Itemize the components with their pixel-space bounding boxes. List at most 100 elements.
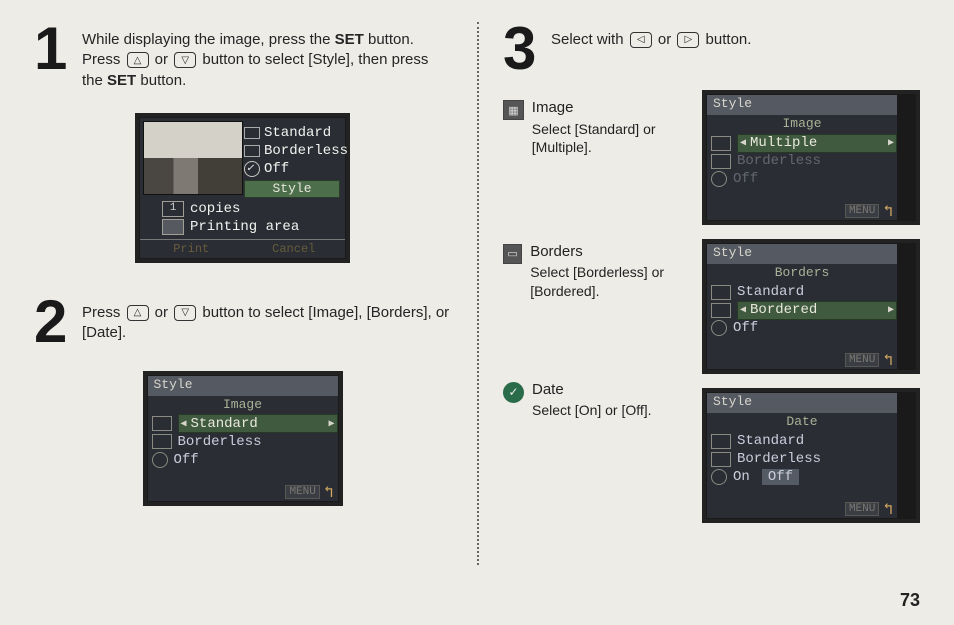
- sub-borders: ▭ Borders Select [Borderless] or [Border…: [503, 242, 692, 300]
- page-number: 73: [900, 590, 920, 611]
- right-arrow-icon: ▶: [888, 137, 894, 149]
- clock-icon: [152, 452, 168, 468]
- h: Date: [532, 380, 652, 400]
- h: Image: [532, 98, 692, 118]
- return-icon: ↰: [883, 499, 893, 519]
- l: Standard: [737, 433, 804, 449]
- l: Multiple: [746, 135, 888, 151]
- borders-icon: ▭: [503, 244, 522, 264]
- borders-icon: [711, 303, 731, 318]
- clock-icon: [244, 161, 260, 177]
- l: Borderless: [264, 142, 348, 160]
- header: Image: [707, 115, 897, 133]
- clock-icon: [711, 171, 727, 187]
- print-btn: Print: [140, 240, 243, 258]
- menu-badge: MENU: [285, 485, 319, 499]
- image-icon: [711, 434, 731, 449]
- sub-image: ▦ Image Select [Standard] or [Multiple].: [503, 98, 692, 156]
- l: Off: [264, 160, 289, 178]
- menu-badge: MENU: [845, 204, 879, 218]
- l: Bordered: [746, 302, 888, 318]
- t: or: [654, 31, 676, 48]
- header: Borders: [707, 264, 897, 282]
- n: 1: [163, 202, 183, 215]
- image-icon: [711, 285, 731, 300]
- t: or: [151, 304, 173, 321]
- up-arrow-icon: △: [127, 52, 149, 68]
- l: Borderless: [178, 434, 262, 450]
- step-1: 1 While displaying the image, press the …: [34, 28, 451, 91]
- step-number: 1: [34, 22, 82, 76]
- return-icon: ↰: [883, 350, 893, 370]
- title: Style: [707, 393, 897, 413]
- d: Select [Borderless] or [Bordered].: [530, 263, 692, 299]
- t: SET: [335, 31, 364, 48]
- borders-icon: [711, 452, 731, 467]
- step2-lcd: Style Image ◀Standard▶ Borderless Off ME…: [143, 371, 343, 506]
- right-arrow-icon: ▶: [888, 304, 894, 316]
- step2-text: Press △ or ▽ button to select [Image], […: [82, 303, 451, 344]
- right-arrow-icon: ▶: [328, 418, 334, 430]
- title: Style: [707, 244, 897, 264]
- return-icon: ↰: [324, 482, 334, 502]
- l: Borderless: [737, 153, 821, 169]
- down-arrow-icon: ▽: [174, 52, 196, 68]
- step1-lcd: Standard Borderless Off Style 1 copies Pr…: [135, 113, 350, 263]
- down-arrow-icon: ▽: [174, 305, 196, 321]
- l: Standard: [737, 284, 804, 300]
- l: Borderless: [737, 451, 821, 467]
- l: Off: [762, 469, 799, 485]
- l: Off: [174, 452, 199, 468]
- t: SET: [107, 72, 136, 89]
- photo-thumb: [143, 121, 243, 195]
- step1-text: While displaying the image, press the SE…: [82, 30, 451, 91]
- image-icon: ▦: [503, 100, 524, 120]
- title: Style: [148, 376, 338, 396]
- step-3: 3 Select with ◁ or ▷ button.: [503, 28, 920, 76]
- style-bar: Style: [244, 180, 340, 198]
- image-icon: [152, 416, 172, 431]
- menu-right: Standard Borderless Off: [244, 124, 348, 178]
- l: Printing area: [190, 219, 299, 235]
- borders-icon: [711, 154, 731, 169]
- h: Borders: [530, 242, 692, 262]
- d: Select [On] or [Off].: [532, 401, 652, 419]
- l: Standard: [187, 416, 329, 432]
- copies-icon: 1: [162, 201, 184, 217]
- lcd-image: Style Image ◀Multiple▶ Borderless Off ME…: [702, 90, 920, 225]
- clock-icon: [503, 382, 524, 403]
- clock-icon: [711, 320, 727, 336]
- return-icon: ↰: [883, 201, 893, 221]
- lcd-borders: Style Borders Standard ◀Bordered▶ Off ME…: [702, 239, 920, 374]
- lcd-date: Style Date Standard Borderless On Off MEN…: [702, 388, 920, 523]
- sub-date: Date Select [On] or [Off].: [503, 380, 692, 420]
- l: Off: [733, 320, 758, 336]
- step-number: 2: [34, 295, 82, 349]
- cancel-btn: Cancel: [243, 240, 346, 258]
- l: On: [733, 469, 750, 485]
- d: Select [Standard] or [Multiple].: [532, 120, 692, 156]
- title: Style: [707, 95, 897, 115]
- area-icon: [162, 219, 184, 235]
- borders-icon: [152, 434, 172, 449]
- t: While displaying the image, press the: [82, 31, 335, 48]
- menu-badge: MENU: [845, 353, 879, 367]
- step-number: 3: [503, 22, 551, 76]
- t: Select with: [551, 31, 628, 48]
- t: button.: [136, 72, 186, 89]
- header: Image: [148, 396, 338, 414]
- menu-badge: MENU: [845, 502, 879, 516]
- l: Standard: [264, 124, 331, 142]
- step-2: 2 Press △ or ▽ button to select [Image],…: [34, 301, 451, 349]
- left-arrow-icon: ◁: [630, 32, 652, 48]
- t: or: [151, 51, 173, 68]
- image-icon: [711, 136, 731, 151]
- t: Press: [82, 304, 125, 321]
- t: button.: [701, 31, 751, 48]
- step3-text: Select with ◁ or ▷ button.: [551, 30, 920, 50]
- header: Date: [707, 413, 897, 431]
- l: copies: [190, 201, 240, 217]
- up-arrow-icon: △: [127, 305, 149, 321]
- right-arrow-icon: ▷: [677, 32, 699, 48]
- clock-icon: [711, 469, 727, 485]
